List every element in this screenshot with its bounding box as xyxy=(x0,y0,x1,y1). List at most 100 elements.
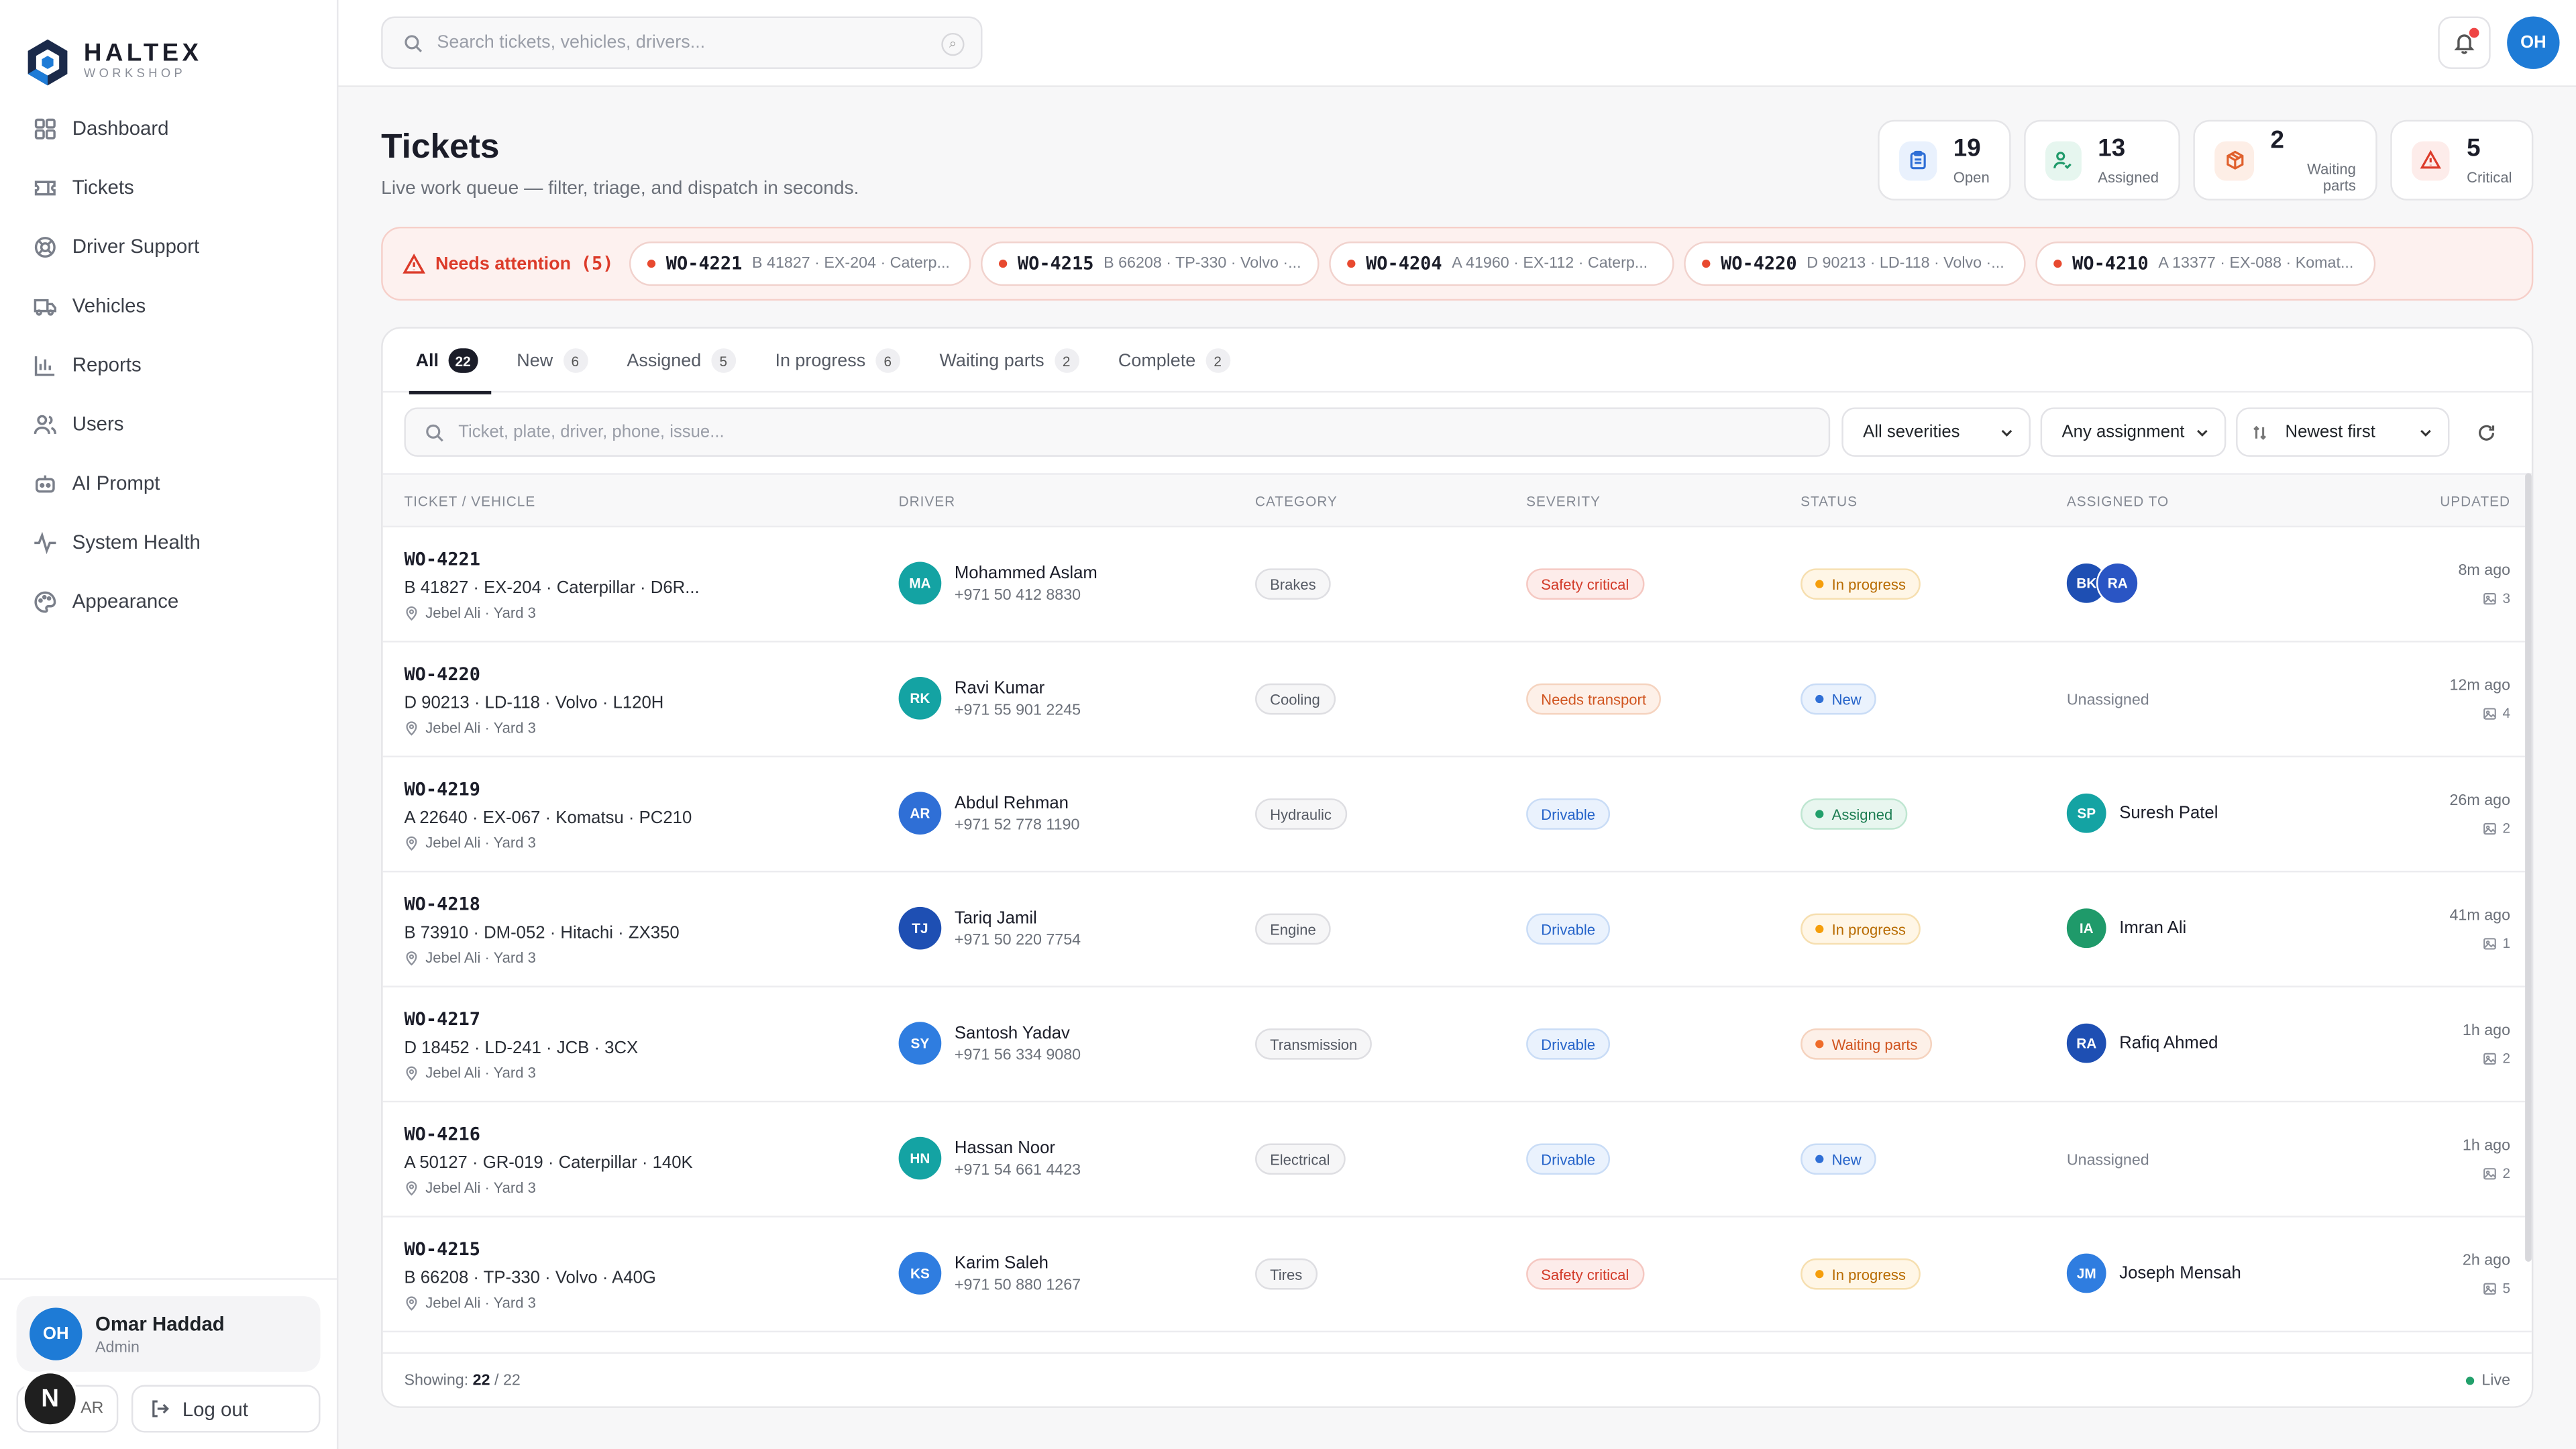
table-row[interactable]: WO-4216 A 50127 · GR-019 · Caterpillar · … xyxy=(382,1102,2532,1218)
nav-item-system-health[interactable]: System Health xyxy=(13,513,324,572)
driver[interactable]: TJ Tariq Jamil +971 50 220 7754 xyxy=(898,906,1081,950)
driver[interactable]: SY Santosh Yadav +971 56 334 9080 xyxy=(898,1022,1081,1065)
severity-badge: Drivable xyxy=(1526,913,1611,945)
driver-name: Karim Saleh xyxy=(954,1252,1049,1273)
table-row[interactable]: WO-4220 D 90213 · LD-118 · Volvo · L120H J… xyxy=(382,643,2532,757)
attention-chip[interactable]: WO-4210 A 13377 · EX-088 · Komat... xyxy=(2036,241,2377,286)
location: Jebel Ali · Yard 3 xyxy=(404,835,536,851)
tab-assigned[interactable]: Assigned 5 xyxy=(617,329,752,393)
ticket-id[interactable]: WO-4216 xyxy=(404,1124,480,1145)
stat-card-waiting-parts[interactable]: 2 Waiting parts xyxy=(2193,119,2377,201)
ticket-id[interactable]: WO-4215 xyxy=(404,1239,480,1260)
ticket-search[interactable] xyxy=(404,407,1831,457)
tab-in-progress[interactable]: In progress 6 xyxy=(765,329,916,393)
driver[interactable]: MA Mohammed Aslam +971 50 412 8830 xyxy=(898,561,1097,605)
attention-chip[interactable]: WO-4215 B 66208 · TP-330 · Volvo ·... xyxy=(981,241,1320,286)
stat-card-critical[interactable]: 5 Critical xyxy=(2390,119,2534,201)
nav-item-tickets[interactable]: Tickets xyxy=(13,158,324,217)
notifications-button[interactable] xyxy=(2438,16,2491,69)
assignee[interactable]: SP Suresh Patel xyxy=(2065,792,2218,835)
profile-avatar[interactable]: OH xyxy=(2507,16,2560,69)
tab-new[interactable]: New 6 xyxy=(507,329,604,393)
user-role: Admin xyxy=(95,1338,140,1356)
user-card[interactable]: OH Omar Haddad Admin xyxy=(16,1296,321,1372)
nav-item-users[interactable]: Users xyxy=(13,394,324,453)
nav-label: Tickets xyxy=(72,176,134,199)
stat-card-open[interactable]: 19 Open xyxy=(1878,119,2011,201)
tab-label: Complete xyxy=(1118,350,1196,371)
user-check-icon xyxy=(2045,140,2082,180)
global-search-input[interactable] xyxy=(437,32,914,53)
nav-item-ai-prompt[interactable]: AI Prompt xyxy=(13,453,324,513)
attention-chip[interactable]: WO-4221 B 41827 · EX-204 · Caterp... xyxy=(629,241,972,286)
assignee[interactable]: JM Joseph Mensah xyxy=(2065,1252,2241,1295)
nav-item-reports[interactable]: Reports xyxy=(13,335,324,394)
brand[interactable]: HALTEX WORKSHOP xyxy=(0,0,337,99)
sort-select-value: Newest first xyxy=(2285,422,2375,442)
ticket-id[interactable]: WO-4220 xyxy=(404,663,480,685)
assignee[interactable]: RA Rafiq Ahmed xyxy=(2065,1022,2218,1065)
updated: 1h ago 2 xyxy=(2463,1137,2510,1181)
map-pin-icon xyxy=(406,835,417,850)
assignment-select[interactable]: Any assignment xyxy=(2040,407,2226,457)
tab-waiting-parts[interactable]: Waiting parts 2 xyxy=(930,329,1095,393)
status-badge: Waiting parts xyxy=(1801,1028,1933,1060)
logout-button[interactable]: Log out xyxy=(131,1385,321,1433)
tab-label: Waiting parts xyxy=(939,350,1044,371)
grid-icon xyxy=(34,117,56,139)
ticket-id[interactable]: WO-4221 xyxy=(404,549,480,570)
tab-all[interactable]: All 22 xyxy=(406,329,494,394)
live-label: Live xyxy=(2481,1371,2511,1390)
global-search[interactable]: ⌕ xyxy=(381,16,983,69)
assignee-group[interactable]: BK RA xyxy=(2065,561,2139,605)
status-dot xyxy=(1815,924,1824,934)
driver-phone: +971 56 334 9080 xyxy=(954,1045,1081,1064)
driver[interactable]: KS Karim Saleh +971 50 880 1267 xyxy=(898,1252,1081,1295)
table-row[interactable]: WO-4219 A 22640 · EX-067 · Komatsu · PC21… xyxy=(382,757,2532,873)
ticket-id[interactable]: WO-4217 xyxy=(404,1009,480,1030)
category-badge: Cooling xyxy=(1255,683,1335,715)
chevron-down-icon xyxy=(2197,429,2208,436)
column-header-severity[interactable]: SEVERITY xyxy=(1526,493,1601,509)
map-pin-icon xyxy=(406,720,417,735)
table-row[interactable]: WO-4215 B 66208 · TP-330 · Volvo · A40G Je… xyxy=(382,1218,2532,1333)
table-scrollbar[interactable] xyxy=(2525,473,2532,1262)
driver[interactable]: RK Ravi Kumar +971 55 901 2245 xyxy=(898,676,1081,720)
column-header-updated[interactable]: UPDATED xyxy=(2440,493,2510,509)
driver[interactable]: HN Hassan Noor +971 54 661 4423 xyxy=(898,1136,1081,1180)
table-row[interactable]: WO-4217 D 18452 · LD-241 · JCB · 3CX Jebel… xyxy=(382,987,2532,1103)
status-dot xyxy=(1815,1155,1824,1163)
ticket-id[interactable]: WO-4219 xyxy=(404,779,480,800)
attention-chip[interactable]: WO-4204 A 41960 · EX-112 · Caterp... xyxy=(1330,241,1675,286)
driver-avatar: TJ xyxy=(898,906,942,950)
nav-item-dashboard[interactable]: Dashboard xyxy=(13,99,324,158)
page-title: Tickets xyxy=(381,128,500,166)
driver[interactable]: AR Abdul Rehman +971 52 778 1190 xyxy=(898,792,1079,835)
updated-time: 1h ago xyxy=(2462,1136,2511,1155)
photo-count-value: 1 xyxy=(2502,934,2511,951)
ticket-id[interactable]: WO-4218 xyxy=(404,894,480,915)
nav-item-appearance[interactable]: Appearance xyxy=(13,572,324,631)
column-header-category[interactable]: CATEGORY xyxy=(1255,493,1338,509)
column-header-status[interactable]: STATUS xyxy=(1801,493,1858,509)
location-text: Jebel Ali · Yard 3 xyxy=(425,1064,536,1081)
nav-item-vehicles[interactable]: Vehicles xyxy=(13,276,324,335)
column-header-ticket[interactable]: TICKET / VEHICLE xyxy=(404,493,535,509)
refresh-button[interactable] xyxy=(2461,407,2510,456)
ticket-search-input[interactable] xyxy=(458,422,1773,442)
table-row[interactable]: WO-4218 B 73910 · DM-052 · Hitachi · ZX35… xyxy=(382,872,2532,987)
tab-complete[interactable]: Complete 2 xyxy=(1108,329,1246,393)
attention-chip[interactable]: WO-4220 D 90213 · LD-118 · Volvo ·... xyxy=(1684,241,2027,286)
column-header-driver[interactable]: DRIVER xyxy=(899,493,956,509)
chip-ticket-id: WO-4210 xyxy=(2072,253,2149,274)
table-row[interactable]: WO-4221 B 41827 · EX-204 · Caterpillar · … xyxy=(382,527,2532,643)
sort-select[interactable]: Newest first xyxy=(2236,407,2450,457)
stat-value: 13 xyxy=(2098,133,2126,162)
nav-item-driver-support[interactable]: Driver Support xyxy=(13,217,324,276)
main-nav: Dashboard Tickets Driver Support Vehicle… xyxy=(0,99,337,631)
assignee[interactable]: IA Imran Ali xyxy=(2065,906,2186,950)
severity-select[interactable]: All severities xyxy=(1841,407,2031,457)
column-header-assigned[interactable]: ASSIGNED TO xyxy=(2067,493,2169,509)
n-badge[interactable]: N xyxy=(24,1373,76,1425)
stat-card-assigned[interactable]: 13 Assigned xyxy=(2024,119,2180,201)
